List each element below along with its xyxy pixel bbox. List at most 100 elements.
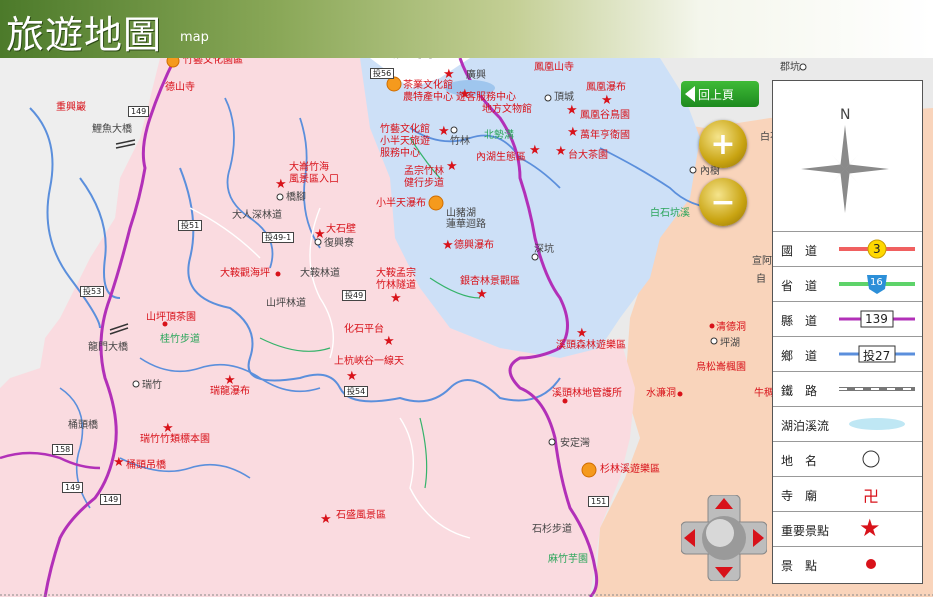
map-label: 溪頭森林遊樂區	[556, 340, 626, 351]
county-road-number: 139	[865, 312, 888, 326]
svg-text:★: ★	[567, 125, 579, 140]
map-label: 重興巖	[56, 102, 86, 113]
map-label: 大鞍林道	[300, 268, 340, 279]
back-button-label: 回上頁	[698, 87, 735, 102]
page-subtitle: map	[180, 30, 209, 45]
map-label: 自	[756, 274, 766, 285]
map-label: 德興瀑布	[454, 240, 494, 251]
map-label: 復興寮	[324, 238, 354, 249]
legend-label: 重要景點	[781, 524, 830, 538]
pan-up-button[interactable]	[715, 498, 733, 509]
road-shield: 149	[128, 106, 150, 117]
svg-text:★: ★	[390, 291, 402, 306]
map-label: 內樹	[700, 166, 720, 177]
map-label: 小半天瀑布	[376, 198, 426, 209]
map-label: 大鞍觀海坪	[220, 268, 270, 279]
map-label: 深坑	[534, 244, 554, 255]
minus-icon: −	[710, 184, 736, 220]
svg-text:★: ★	[555, 144, 567, 159]
legend-label: 縣 道	[781, 314, 818, 328]
map-label: 竹藝文化園區	[183, 58, 243, 66]
map-label: 山坪頂茶園	[146, 312, 196, 323]
legend-row-water: 湖泊溪流	[773, 407, 922, 442]
map-label: 萬年亨衛國	[580, 130, 630, 141]
map-label: 坪湖	[720, 338, 740, 349]
page-title: 旅遊地圖	[6, 13, 163, 57]
legend-row-attraction: 景 點	[773, 547, 922, 581]
red-dot-icon	[866, 559, 876, 569]
water-icon	[849, 418, 905, 430]
map-label: 杉林溪遊樂區	[600, 464, 660, 475]
map-label: 瑞竹竹類標本園	[140, 434, 210, 445]
map-label: 大鞍孟宗	[376, 268, 416, 279]
road-shield: 投49	[342, 290, 367, 301]
map-label: 孟宗竹林	[404, 166, 444, 177]
legend-row-temple: 寺 廟 卍	[773, 477, 922, 512]
map-label: 瑞龍瀑布	[210, 386, 250, 397]
map-label: 桂竹步道	[160, 334, 200, 345]
railway-icon	[839, 387, 915, 391]
map-label: 健行步道	[404, 178, 444, 189]
map-label: 白石坑溪	[650, 208, 690, 219]
road-shield: 投51	[178, 220, 203, 231]
place-circle-icon	[862, 450, 880, 468]
plus-icon: +	[710, 126, 736, 162]
map-label: 石杉步道	[532, 524, 572, 535]
legend-label: 湖泊溪流	[781, 419, 830, 433]
map-label: 德山寺	[165, 82, 195, 93]
map-label: 茶業文化館	[403, 80, 453, 91]
map-label: 溪頭林地管護所	[552, 388, 622, 399]
map-label: 台大茶園	[568, 150, 608, 161]
map-label: 上杭峽谷一線天	[334, 356, 404, 367]
pan-control[interactable]	[680, 494, 768, 582]
svg-text:★: ★	[438, 124, 450, 139]
compass-north-label: N	[840, 107, 851, 123]
svg-text:★: ★	[576, 326, 588, 341]
svg-text:★: ★	[566, 103, 578, 118]
map-label: 清德洞	[716, 322, 746, 333]
map-label: 遊客服務中心	[456, 92, 516, 103]
national-road-number: 3	[873, 242, 881, 256]
map-label: 竹林	[450, 136, 470, 147]
legend-label: 鐵 路	[781, 384, 818, 398]
back-button[interactable]: 回上頁	[681, 81, 759, 107]
map-label: 蓮華迴路	[446, 219, 486, 230]
map-legend: N 國 道 3 省 道 16 縣 道 139 鄉 道 投27 鐵 路 湖泊溪流	[772, 80, 923, 584]
map-label: 服務中心	[380, 148, 420, 159]
compass-icon	[801, 125, 889, 213]
road-shield: 149	[100, 494, 122, 505]
pan-left-button[interactable]	[684, 529, 695, 547]
map-label: 竹藝文化館	[380, 124, 430, 135]
legend-label: 國 道	[781, 244, 818, 258]
svg-text:★: ★	[113, 455, 125, 470]
legend-row-provincial: 省 道 16	[773, 267, 922, 302]
map-label: 大人深林道	[232, 210, 282, 221]
zoom-in-button[interactable]: +	[699, 120, 747, 168]
road-shield: 151	[588, 496, 610, 507]
map-label: 鯉魚大橋	[92, 124, 132, 135]
map-label: 石盛風景區	[336, 510, 386, 521]
legend-label: 省 道	[781, 279, 818, 293]
legend-label: 地 名	[781, 454, 818, 468]
legend-row-township: 鄉 道 投27	[773, 337, 922, 372]
svg-text:★: ★	[346, 369, 358, 384]
map-label: 鳳凰谷鳥園	[580, 110, 630, 121]
arrow-left-icon	[685, 86, 695, 102]
map-label: 小半天旅遊	[380, 136, 430, 147]
map-label: 山豬湖	[446, 208, 476, 219]
svg-text:★: ★	[275, 177, 287, 192]
road-shield: 投54	[344, 386, 369, 397]
map-label: 烏松崙楓園	[696, 362, 746, 373]
map-label: 水濂洞	[646, 388, 676, 399]
pan-down-button[interactable]	[715, 567, 733, 578]
zoom-out-button[interactable]: −	[699, 178, 747, 226]
map-label: 北勢溝	[484, 130, 514, 141]
road-shield: 158	[52, 444, 74, 455]
map-label: 鳳凰瀑布	[586, 82, 626, 93]
svg-text:★: ★	[383, 334, 395, 349]
map-label: 廣興	[466, 70, 486, 81]
pan-right-button[interactable]	[753, 529, 764, 547]
map-label: 瑞竹	[142, 380, 162, 391]
legend-label: 寺 廟	[781, 489, 818, 503]
map-label: 銀杏林景觀區	[460, 276, 520, 287]
